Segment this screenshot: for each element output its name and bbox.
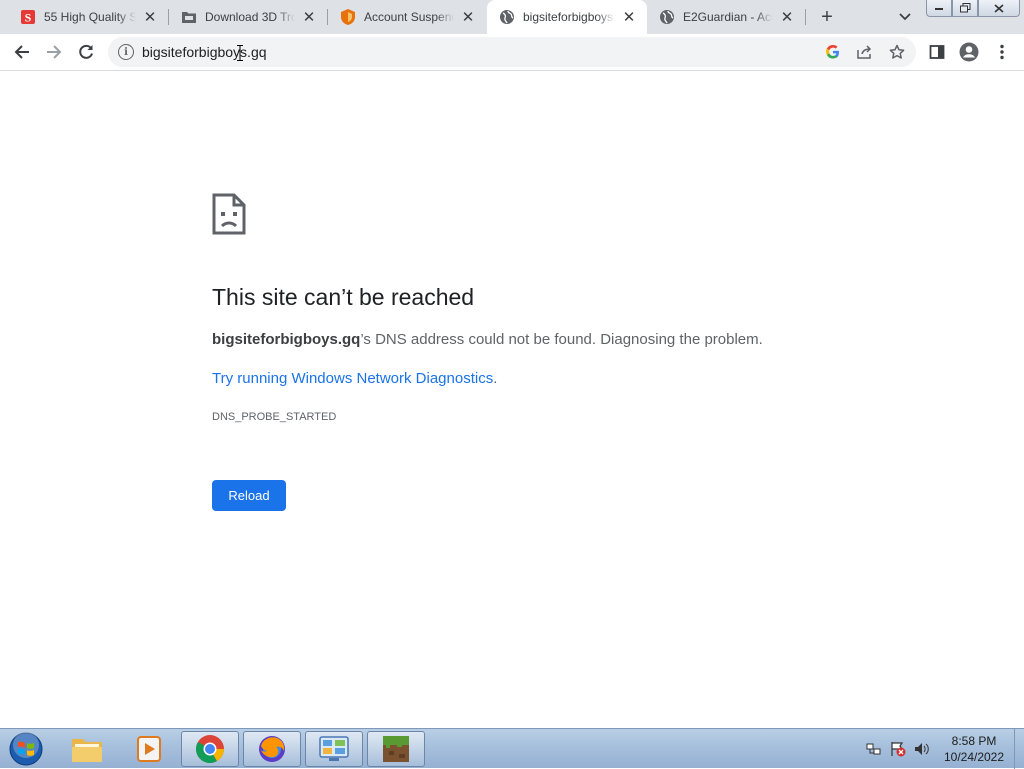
windows-logo-icon <box>9 732 43 766</box>
globe-icon <box>659 9 675 25</box>
sad-page-icon <box>212 193 246 235</box>
side-panel-icon <box>929 45 945 59</box>
reload-toolbar-button[interactable] <box>72 38 100 66</box>
error-code: DNS_PROBE_STARTED <box>212 411 337 423</box>
more-vert-icon <box>1000 44 1004 60</box>
folder-icon <box>72 739 102 762</box>
show-desktop-button[interactable] <box>1014 729 1024 769</box>
back-button[interactable] <box>8 38 36 66</box>
media-player-icon <box>137 736 161 762</box>
forward-button[interactable] <box>40 38 68 66</box>
diagnostics-suffix: . <box>493 370 498 387</box>
arrow-right-icon <box>47 45 62 59</box>
arrow-left-icon <box>14 45 29 59</box>
close-icon[interactable]: ✕ <box>621 9 637 25</box>
taskbar-item-control-panel[interactable] <box>305 731 363 767</box>
chrome-icon <box>196 735 224 763</box>
tab-title: E2Guardian - Access Denied <box>683 10 773 24</box>
error-message-text: ’s DNS address could not be found. Diagn… <box>360 331 763 348</box>
taskbar-item-firefox[interactable] <box>243 731 301 767</box>
clock-date: 10/24/2022 <box>943 750 1005 764</box>
close-icon[interactable]: ✕ <box>142 9 158 25</box>
url-text[interactable]: bigsiteforbigboys.gq <box>142 44 267 60</box>
folder-icon <box>181 9 197 25</box>
error-domain: bigsiteforbigboys.gq <box>212 331 361 348</box>
tab-search-button[interactable] <box>894 6 916 28</box>
tab-title: Download 3D Trop <box>205 10 295 24</box>
close-icon[interactable]: ✕ <box>301 9 317 25</box>
tab-2[interactable]: Download 3D Trop ✕ <box>169 0 327 34</box>
close-icon[interactable]: ✕ <box>460 9 476 25</box>
taskbar-item-media-player[interactable] <box>120 731 178 767</box>
tab-strip: S 55 High Quality St ✕ Download 3D Trop … <box>0 0 1024 34</box>
tab-title: 55 High Quality St <box>44 10 136 24</box>
restore-icon <box>959 3 970 13</box>
tab-title: bigsiteforbigboys.gq <box>523 10 615 24</box>
new-tab-button[interactable]: + <box>815 5 839 29</box>
diagnostics-suggestion: Try running Windows Network Diagnostics. <box>212 370 497 387</box>
error-message: bigsiteforbigboys.gq’s DNS address could… <box>212 331 763 348</box>
clock-time: 8:58 PM <box>951 734 997 748</box>
tab-1[interactable]: S 55 High Quality St ✕ <box>8 0 168 34</box>
address-bar[interactable]: i bigsiteforbigboys.gq <box>108 37 916 67</box>
refresh-icon <box>79 44 93 59</box>
side-panel-button[interactable] <box>923 38 951 66</box>
tab-separator <box>805 9 806 25</box>
reload-button[interactable]: Reload <box>212 480 286 511</box>
system-clock[interactable]: 8:58 PM 10/24/2022 <box>936 733 1012 765</box>
close-window-button[interactable] <box>978 0 1020 17</box>
taskbar: 8:58 PM 10/24/2022 <box>0 728 1024 769</box>
firefox-icon <box>259 736 285 762</box>
browser-toolbar: i bigsiteforbigboys.gq <box>0 34 1024 71</box>
network-diagnostics-link[interactable]: Try running Windows Network Diagnostics <box>212 370 493 387</box>
tab-4-active[interactable]: bigsiteforbigboys.gq ✕ <box>487 0 647 34</box>
chevron-down-icon <box>899 13 911 21</box>
close-icon <box>994 3 1004 13</box>
taskbar-item-chrome[interactable] <box>181 731 239 767</box>
tab-3[interactable]: Account Suspended ✕ <box>328 0 486 34</box>
s-red-icon: S <box>20 9 36 25</box>
taskbar-item-minecraft[interactable] <box>367 731 425 767</box>
menu-button[interactable] <box>988 38 1016 66</box>
minimize-button[interactable] <box>926 0 952 17</box>
control-panel-icon <box>319 736 349 761</box>
share-icon[interactable] <box>856 43 874 61</box>
error-title: This site can’t be reached <box>212 284 475 310</box>
google-icon[interactable] <box>824 43 842 61</box>
text-cursor-icon <box>237 45 243 61</box>
avatar-icon <box>959 42 979 62</box>
network-icon[interactable] <box>866 741 882 757</box>
profile-button[interactable] <box>955 38 983 66</box>
shield-icon <box>340 9 356 25</box>
taskbar-item-explorer[interactable] <box>58 731 116 767</box>
star-icon[interactable] <box>888 43 906 61</box>
start-button[interactable] <box>4 731 48 767</box>
minecraft-icon <box>383 736 409 762</box>
close-icon[interactable]: ✕ <box>779 9 795 25</box>
action-center-icon[interactable] <box>890 741 906 757</box>
minimize-icon <box>935 8 943 10</box>
restore-button[interactable] <box>952 0 978 17</box>
info-icon[interactable]: i <box>118 44 134 60</box>
tab-5[interactable]: E2Guardian - Access Denied ✕ <box>647 0 805 34</box>
volume-icon[interactable] <box>914 741 930 757</box>
globe-icon <box>499 9 515 25</box>
window-controls <box>926 0 1020 18</box>
tab-title: Account Suspended <box>364 10 454 24</box>
svg-text:S: S <box>25 11 32 25</box>
